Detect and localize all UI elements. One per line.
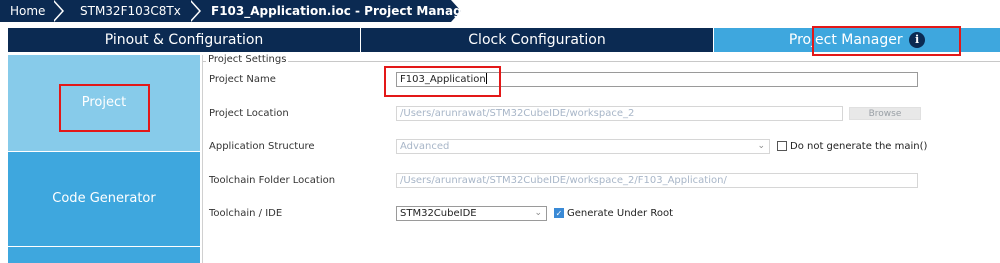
project-name-label: Project Name — [209, 74, 276, 85]
breadcrumb-home-label: Home — [10, 4, 46, 18]
highlight-project-manager-tab — [812, 26, 961, 56]
tab-clock-label: Clock Configuration — [468, 32, 606, 48]
tab-pinout-label: Pinout & Configuration — [104, 32, 264, 48]
application-structure-value: Advanced — [400, 141, 450, 152]
check-icon: ✓ — [555, 209, 563, 218]
breadcrumb-project-manager[interactable]: F103_Application.ioc - Project Manager — [189, 0, 476, 22]
project-location-value: /Users/arunrawat/STM32CubeIDE/workspace_… — [400, 108, 635, 119]
breadcrumb-device[interactable]: STM32F103C8Tx — [52, 0, 201, 22]
generate-under-root-checkbox[interactable]: ✓ — [554, 208, 564, 218]
application-structure-select[interactable]: Advanced ⌄ — [396, 139, 770, 154]
highlight-project-name — [384, 66, 501, 97]
project-settings-title: Project Settings — [206, 54, 289, 65]
tab-clock-configuration[interactable]: Clock Configuration — [361, 28, 714, 52]
breadcrumb-project-manager-label: F103_Application.ioc - Project Manager — [211, 4, 476, 18]
sidebar-item-advanced-partial[interactable] — [8, 247, 200, 263]
toolchain-ide-label: Toolchain / IDE — [209, 208, 283, 219]
project-location-label: Project Location — [209, 108, 289, 119]
project-settings-group — [203, 61, 1000, 263]
tab-pinout-configuration[interactable]: Pinout & Configuration — [8, 28, 361, 52]
toolchain-folder-label: Toolchain Folder Location — [209, 175, 336, 186]
breadcrumb-home[interactable]: Home — [0, 0, 64, 22]
toolchain-folder-input[interactable]: /Users/arunrawat/STM32CubeIDE/workspace_… — [396, 173, 918, 188]
toolchain-ide-select[interactable]: STM32CubeIDE ⌄ — [396, 206, 547, 221]
highlight-project-nav — [59, 84, 150, 132]
do-not-generate-main-label: Do not generate the main() — [790, 141, 928, 152]
toolchain-ide-value: STM32CubeIDE — [400, 208, 477, 219]
application-structure-label: Application Structure — [209, 141, 315, 152]
generate-under-root-label: Generate Under Root — [567, 208, 673, 219]
sidebar-item-code-generator-label: Code Generator — [52, 191, 156, 206]
chevron-down-icon: ⌄ — [534, 208, 542, 218]
chevron-down-icon: ⌄ — [757, 141, 765, 151]
breadcrumb: Home STM32F103C8Tx F103_Application.ioc … — [0, 0, 1000, 22]
toolchain-folder-value: /Users/arunrawat/STM32CubeIDE/workspace_… — [400, 175, 727, 186]
breadcrumb-device-label: STM32F103C8Tx — [80, 4, 181, 18]
browse-button[interactable]: Browse — [849, 107, 921, 120]
project-location-input[interactable]: /Users/arunrawat/STM32CubeIDE/workspace_… — [396, 106, 843, 121]
sidebar-item-code-generator[interactable]: Code Generator — [8, 152, 200, 246]
do-not-generate-main-checkbox[interactable] — [777, 141, 787, 151]
